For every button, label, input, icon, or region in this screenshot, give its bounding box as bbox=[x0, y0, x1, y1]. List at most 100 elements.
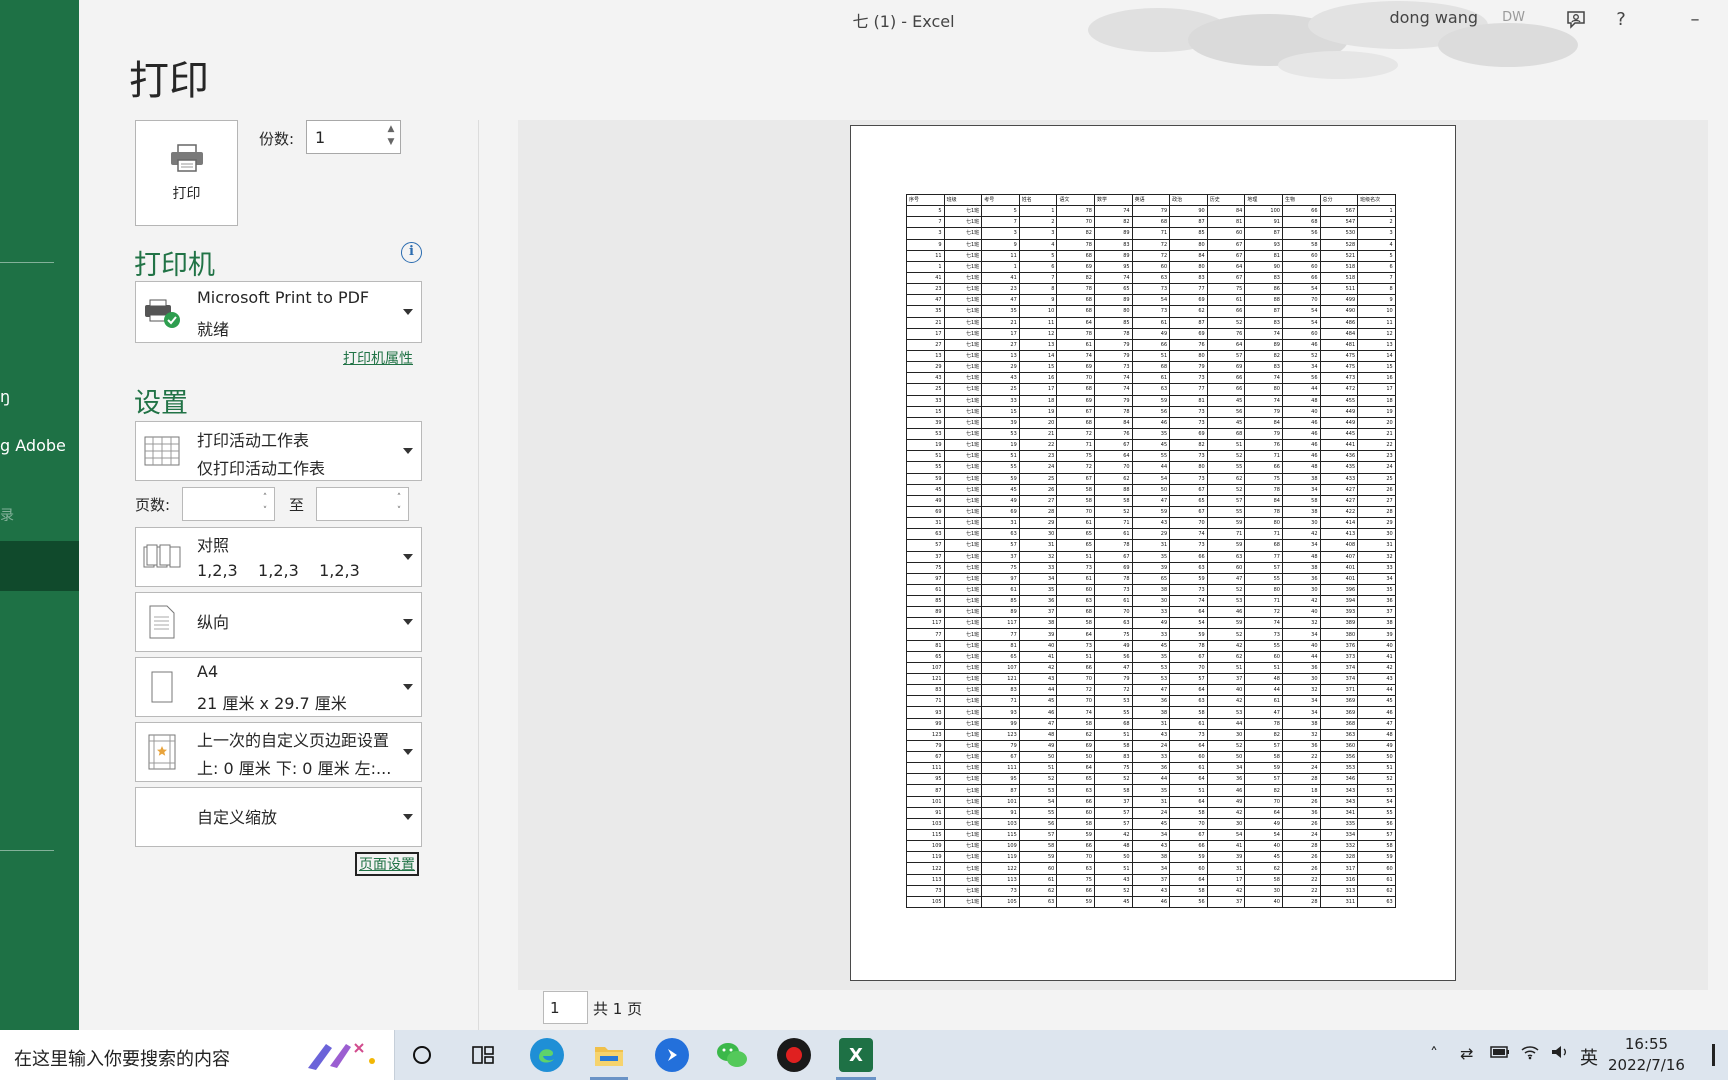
clock[interactable]: 16:55 2022/7/16 bbox=[1608, 1034, 1685, 1076]
paper-size-dropdown[interactable]: A4 21 厘米 x 29.7 厘米 bbox=[135, 657, 422, 717]
info-icon[interactable]: i bbox=[401, 242, 422, 263]
sheet-row: 57 七1班 57 31 65 78 31 73 59 68 34 408 31 bbox=[906, 539, 1396, 552]
collate-dropdown[interactable]: 对照 1,2,3 1,2,3 1,2,3 bbox=[135, 527, 422, 587]
sheet-cell: 111 bbox=[906, 762, 945, 775]
sheet-cell: 63 bbox=[1169, 695, 1208, 708]
sheet-cell: 7 bbox=[906, 216, 945, 229]
sheet-cell: 63 bbox=[906, 528, 945, 541]
network-sync-icon[interactable]: ⇄ bbox=[1460, 1044, 1473, 1063]
sheet-cell: 21 bbox=[981, 316, 1020, 329]
clock-date: 2022/7/16 bbox=[1608, 1056, 1685, 1074]
sheet-cell: 46 bbox=[1281, 439, 1321, 452]
volume-icon[interactable] bbox=[1550, 1044, 1570, 1064]
wifi-icon[interactable] bbox=[1520, 1044, 1540, 1064]
copies-spinner[interactable]: ▲ ▼ bbox=[385, 123, 397, 149]
avatar[interactable]: DW bbox=[1502, 10, 1525, 25]
sheet-cell: 75 bbox=[1056, 873, 1095, 886]
file-explorer-icon[interactable] bbox=[592, 1038, 626, 1072]
edge-icon[interactable] bbox=[530, 1038, 564, 1072]
sheet-cell: 78 bbox=[1093, 405, 1133, 418]
print-button[interactable]: 打印 bbox=[135, 120, 238, 226]
sheet-cell: 26 bbox=[1281, 851, 1321, 864]
margins-dropdown[interactable]: 上一次的自定义页边距设置 上: 0 厘米 下: 0 厘米 左:... bbox=[135, 722, 422, 782]
nav-item-adobe[interactable]: g Adobe bbox=[0, 436, 66, 455]
sheet-cell: 363 bbox=[1319, 728, 1359, 741]
sheet-row: 123 七1班 123 48 62 51 43 73 30 82 32 363 48 bbox=[906, 728, 1396, 741]
sheet-cell: 33 bbox=[1357, 561, 1396, 574]
sheet-cell: 62 bbox=[1206, 472, 1246, 485]
cortana-icon[interactable] bbox=[405, 1038, 439, 1072]
sheet-cell: 47 bbox=[1093, 661, 1133, 675]
sheet-row: 67 七1班 67 50 50 83 33 60 50 58 22 356 50 bbox=[906, 751, 1396, 764]
sheet-cell: 14 bbox=[1018, 349, 1058, 363]
sheet-row: 49 七1班 49 27 58 58 47 65 57 84 58 427 27 bbox=[906, 494, 1396, 507]
sheet-cell: 55 bbox=[981, 461, 1020, 474]
printer-dropdown[interactable]: Microsoft Print to PDF 就绪 bbox=[135, 281, 422, 343]
sheet-cell: 84 bbox=[1244, 416, 1283, 429]
sheet-cell: 9 bbox=[1357, 294, 1396, 307]
orientation-dropdown[interactable]: 纵向 bbox=[135, 592, 422, 652]
sheet-cell: 34 bbox=[1281, 361, 1321, 374]
excel-icon[interactable]: X bbox=[839, 1038, 873, 1072]
sheet-cell: 374 bbox=[1319, 673, 1359, 686]
nav-item-dim[interactable]: 录 bbox=[0, 505, 14, 525]
sheet-cell: 76 bbox=[1093, 427, 1133, 441]
sheet-cell: 七1班 bbox=[943, 550, 983, 563]
sheet-cell: 七1班 bbox=[943, 349, 983, 363]
page-number-input[interactable]: 1 bbox=[543, 991, 588, 1024]
nav-item-partial[interactable]: ŋ bbox=[0, 387, 10, 406]
ime-indicator[interactable]: 英 bbox=[1580, 1044, 1598, 1070]
battery-icon[interactable] bbox=[1490, 1044, 1510, 1063]
sheet-cell: 46 bbox=[1281, 450, 1321, 463]
nav-item-print-active[interactable] bbox=[0, 541, 79, 591]
scaling-dropdown[interactable]: 自定义缩放 bbox=[135, 787, 422, 847]
print-button-label: 打印 bbox=[172, 186, 201, 202]
sheet-cell: 78 bbox=[1056, 283, 1095, 296]
sheet-cell: 34 bbox=[1018, 572, 1058, 585]
pages-to-input[interactable]: ˄ ˅ bbox=[316, 487, 409, 521]
recorder-icon[interactable] bbox=[777, 1038, 811, 1072]
copies-value: 1 bbox=[315, 128, 326, 147]
sheet-cell: 475 bbox=[1319, 361, 1359, 374]
sheet-row: 73 七1班 73 62 66 52 43 58 42 30 22 313 62 bbox=[906, 884, 1396, 897]
sheet-cell: 39 bbox=[906, 416, 945, 429]
sheet-cell: 63 bbox=[1357, 895, 1396, 909]
task-view-icon[interactable] bbox=[466, 1038, 500, 1072]
sheet-cell: 75 bbox=[981, 561, 1020, 574]
show-hidden-icons-icon[interactable]: ˄ bbox=[1430, 1044, 1438, 1063]
sheet-cell: 79 bbox=[1244, 405, 1283, 418]
copies-input[interactable]: 1 ▲ ▼ bbox=[306, 120, 401, 154]
sheet-row: 122 七1班 122 60 63 51 34 60 31 62 26 317 60 bbox=[906, 862, 1396, 875]
pages-from-spinner[interactable]: ˄ ˅ bbox=[259, 492, 271, 518]
sheet-cell: 67 bbox=[1093, 439, 1133, 452]
taskbar-search-input[interactable]: 在这里输入你要搜索的内容 bbox=[14, 1045, 230, 1071]
sheet-cell: 50 bbox=[1018, 751, 1058, 764]
feedback-icon[interactable] bbox=[1561, 4, 1591, 34]
show-desktop-button[interactable] bbox=[1712, 1044, 1718, 1066]
sheet-cell: 30 bbox=[1244, 884, 1283, 897]
sheet-cell: 七1班 bbox=[943, 695, 983, 708]
print-what-label: 打印活动工作表 bbox=[197, 431, 310, 450]
sheet-cell: 54 bbox=[1357, 795, 1396, 808]
wechat-icon[interactable] bbox=[715, 1038, 749, 1072]
page-setup-link[interactable]: 页面设置 bbox=[355, 852, 419, 876]
print-what-dropdown[interactable]: 打印活动工作表 仅打印活动工作表 bbox=[135, 421, 422, 481]
printer-properties-link[interactable]: 打印机属性 bbox=[343, 348, 413, 368]
feishu-icon[interactable] bbox=[655, 1038, 689, 1072]
pages-to-spinner[interactable]: ˄ ˅ bbox=[393, 492, 405, 518]
sheet-cell: 78 bbox=[1244, 717, 1283, 730]
sheet-cell: 七1班 bbox=[943, 394, 983, 407]
sheet-cell: 73 bbox=[1169, 728, 1208, 741]
minimize-icon[interactable]: – bbox=[1680, 4, 1710, 34]
sheet-cell: 52 bbox=[1093, 773, 1133, 786]
sheet-cell: 67 bbox=[1169, 483, 1208, 496]
sheet-cell: 65 bbox=[1056, 773, 1095, 786]
help-icon[interactable]: ? bbox=[1606, 4, 1636, 34]
pages-from-input[interactable]: ˄ ˅ bbox=[182, 487, 275, 521]
sheet-cell: 74 bbox=[1093, 372, 1133, 385]
user-name[interactable]: dong wang bbox=[1389, 8, 1478, 27]
taskbar-search[interactable]: 在这里输入你要搜索的内容 bbox=[0, 1030, 395, 1080]
sheet-cell: 七1班 bbox=[943, 661, 983, 675]
sheet-cell: 58 bbox=[1169, 806, 1208, 819]
sheet-cell: 33 bbox=[1131, 751, 1171, 764]
